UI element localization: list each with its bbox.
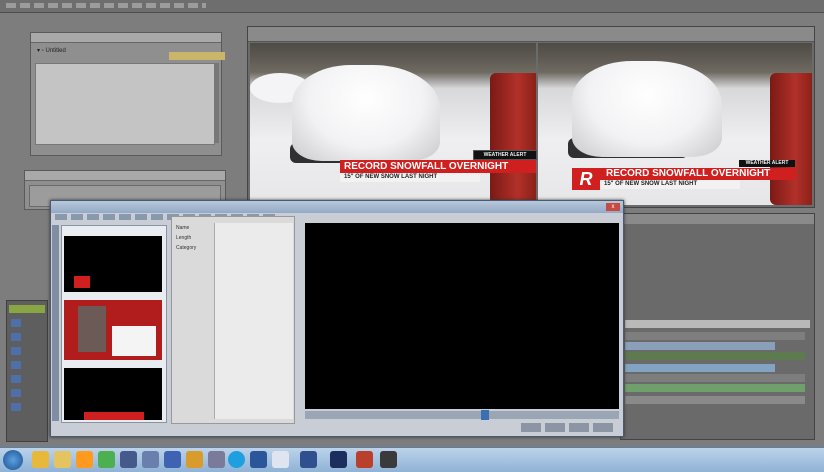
preview-monitor[interactable]: [305, 223, 619, 409]
property-label: Category: [176, 245, 197, 251]
timeline-audio-clip[interactable]: [625, 384, 805, 392]
preview-subline: 15" OF NEW SNOW LAST NIGHT: [340, 173, 480, 182]
avid-icon[interactable]: [356, 451, 373, 468]
tool-icon[interactable]: [11, 347, 21, 355]
thumbnail-box: [112, 326, 156, 356]
timeline-ruler[interactable]: [625, 320, 810, 328]
close-button[interactable]: x: [606, 203, 620, 211]
tool-icon[interactable]: [11, 333, 21, 341]
preview-weather-alert-badge: WEATHER ALERT: [473, 150, 537, 160]
media-encoder-icon[interactable]: [380, 451, 397, 468]
bin-panel-title: [31, 33, 221, 43]
plugin-window-titlebar[interactable]: x: [51, 201, 623, 213]
secondary-panel-title: [25, 171, 225, 181]
timeline-track[interactable]: [625, 374, 805, 382]
media-icon[interactable]: [76, 451, 93, 468]
paint-icon[interactable]: [272, 451, 289, 468]
tool-icon[interactable]: [11, 403, 21, 411]
property-values[interactable]: [214, 223, 293, 419]
tool-palette: [6, 300, 48, 442]
tool-icon[interactable]: [11, 375, 21, 383]
timeline-track[interactable]: [625, 332, 805, 340]
lower-third-headline: RECORD SNOWFALL OVERNIGHT: [600, 168, 796, 180]
timeline-audio-clip[interactable]: [625, 396, 805, 404]
word-icon[interactable]: [250, 451, 267, 468]
red-car: [490, 73, 536, 205]
snow-covered-car: [572, 61, 722, 157]
app-icon[interactable]: [142, 451, 159, 468]
scrub-handle[interactable]: [481, 410, 489, 420]
tool-icon[interactable]: [208, 451, 225, 468]
tool-palette-header: [9, 305, 45, 313]
plugin-window: x Name Length Category: [50, 200, 624, 437]
property-label: Name: [176, 225, 190, 231]
video-icon[interactable]: [120, 451, 137, 468]
bin-list[interactable]: [35, 63, 215, 145]
properties-panel: Name Length Category: [171, 216, 295, 424]
start-button[interactable]: [3, 450, 23, 470]
skype-icon[interactable]: [228, 451, 245, 468]
template-thumbnail[interactable]: [64, 300, 162, 360]
tool-icon[interactable]: [11, 389, 21, 397]
anchor-image: [78, 306, 106, 352]
property-label: Length: [176, 235, 192, 241]
red-car: [770, 73, 812, 205]
bin-folder-tree[interactable]: ▾ ▫ Untitled: [37, 47, 66, 54]
menu-items[interactable]: [6, 3, 206, 8]
bin-panel: ▾ ▫ Untitled: [30, 32, 225, 156]
timeline-clip[interactable]: [625, 352, 805, 360]
tool-icon[interactable]: [11, 319, 21, 327]
windows-taskbar: [0, 447, 824, 472]
thumbnail-logo: [74, 276, 90, 288]
plugin-window-buttons[interactable]: [521, 423, 617, 432]
app-menu-bar: [0, 0, 824, 13]
timeline-clip[interactable]: [625, 342, 775, 350]
settings-icon[interactable]: [186, 451, 203, 468]
bin-highlight-bar: [169, 52, 225, 60]
thumbnail-bar: [84, 412, 144, 420]
powerpoint-icon[interactable]: [300, 451, 317, 468]
thumbnail-side-tab[interactable]: [52, 225, 59, 421]
template-thumbnail[interactable]: [64, 236, 162, 292]
preview-scrub-bar[interactable]: [305, 411, 619, 419]
lower-third-subline: 15" OF NEW SNOW LAST NIGHT: [600, 180, 740, 189]
tool-icon[interactable]: [11, 361, 21, 369]
chrome-icon[interactable]: [98, 451, 115, 468]
timeline-header[interactable]: [621, 214, 814, 224]
bin-folder-label: Untitled: [45, 48, 66, 54]
weather-alert-badge: WEATHER ALERT: [739, 160, 795, 167]
ps-icon[interactable]: [330, 451, 347, 468]
timeline-panel: [620, 213, 815, 440]
explorer-icon[interactable]: [32, 451, 49, 468]
preview-headline: RECORD SNOWFALL OVERNIGHT: [340, 160, 536, 173]
folder-icon[interactable]: [54, 451, 71, 468]
monitor-header-bar[interactable]: [248, 27, 814, 42]
channel-logo: R: [572, 168, 600, 190]
timeline-clip[interactable]: [625, 364, 775, 372]
bin-scrollbar[interactable]: [215, 63, 219, 143]
template-thumbnail[interactable]: [64, 368, 162, 420]
snow-covered-car: [292, 65, 440, 161]
network-icon[interactable]: [164, 451, 181, 468]
template-thumbnails: [61, 225, 167, 423]
